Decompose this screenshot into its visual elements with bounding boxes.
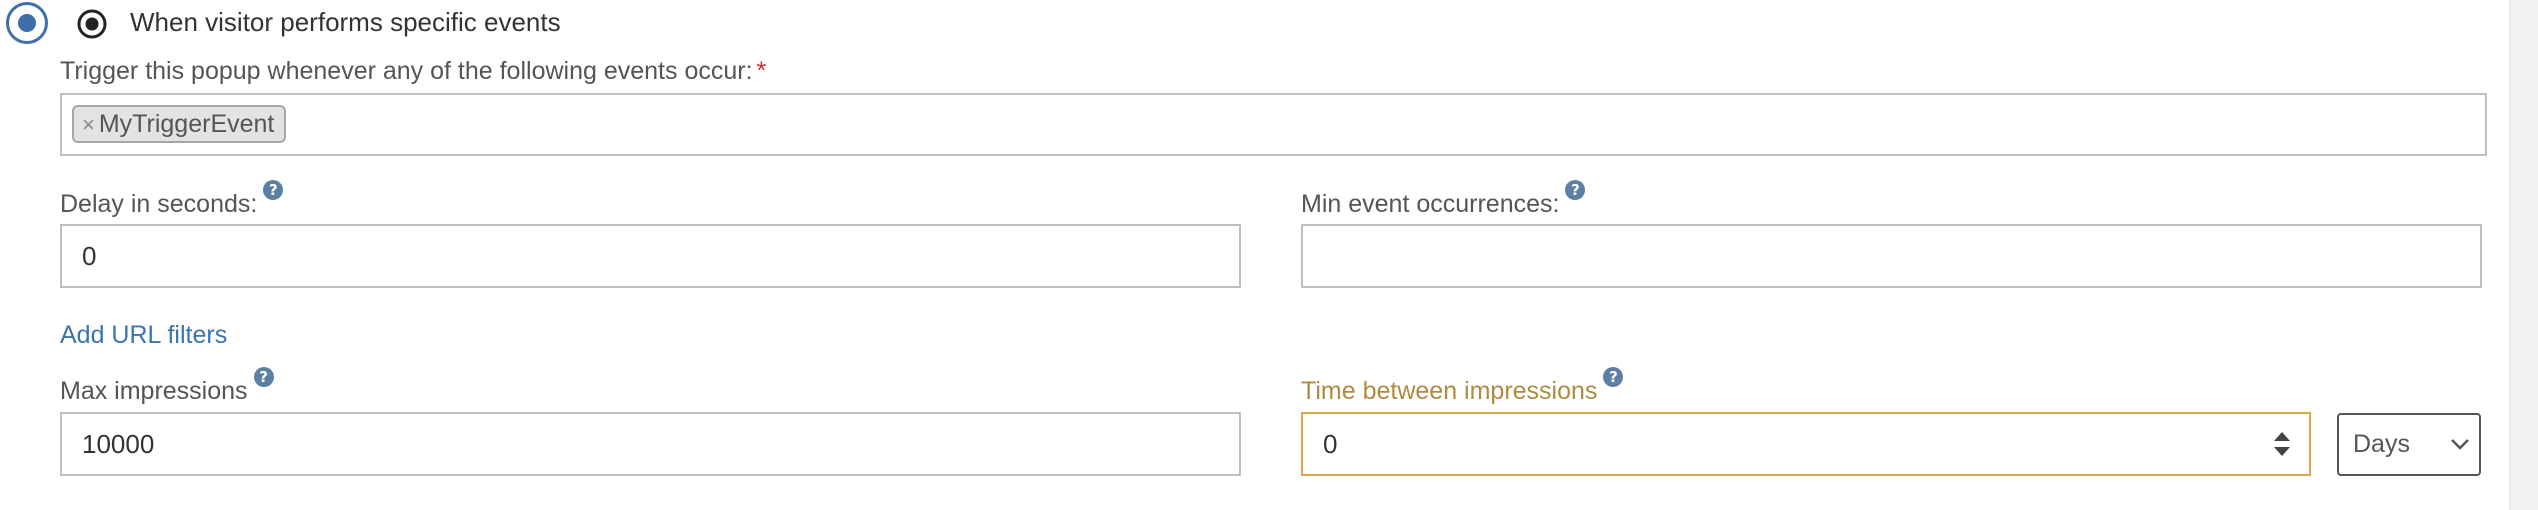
time-unit-selected-value: Days	[2353, 430, 2410, 458]
time-between-input[interactable]: 0	[1301, 412, 2311, 476]
target-icon	[77, 9, 107, 39]
event-tag-label: MyTriggerEvent	[98, 110, 275, 138]
events-field-label-text: Trigger this popup whenever any of the f…	[60, 57, 753, 85]
radio-selected-dot	[18, 14, 36, 32]
trigger-option-label: When visitor performs specific events	[130, 7, 561, 37]
required-marker: *	[756, 57, 767, 85]
min-occurrences-field-label: Min event occurrences:?	[1301, 180, 1586, 220]
tag-remove-icon[interactable]: ×	[82, 112, 95, 137]
max-impressions-label-text: Max impressions	[60, 377, 248, 405]
time-between-help-icon[interactable]: ?	[1603, 367, 1624, 387]
min-occurrences-help-icon[interactable]: ?	[1565, 180, 1586, 200]
time-between-label-text: Time between impressions	[1301, 377, 1598, 405]
spinner-up-icon[interactable]	[2274, 432, 2290, 441]
min-occurrences-label-text: Min event occurrences:	[1301, 190, 1560, 218]
delay-input[interactable]: 0	[60, 224, 1241, 288]
events-field-label: Trigger this popup whenever any of the f…	[60, 55, 766, 87]
delay-field-label: Delay in seconds:?	[60, 180, 284, 220]
time-between-field-label: Time between impressions?	[1301, 367, 1624, 407]
add-url-filters-link[interactable]: Add URL filters	[60, 318, 227, 352]
max-impressions-input[interactable]: 10000	[60, 412, 1241, 476]
vertical-scrollbar[interactable]	[2509, 0, 2538, 510]
max-impressions-help-icon[interactable]: ?	[253, 367, 274, 387]
max-impressions-field-label: Max impressions?	[60, 367, 274, 407]
event-tag: × MyTriggerEvent	[72, 105, 287, 143]
chevron-down-icon	[2451, 439, 2469, 450]
min-occurrences-input[interactable]	[1301, 224, 2482, 288]
trigger-events-radio[interactable]	[6, 2, 48, 44]
delay-label-text: Delay in seconds:	[60, 190, 258, 218]
time-unit-select[interactable]: Days	[2337, 413, 2481, 476]
time-between-value: 0	[1323, 429, 1338, 459]
number-spinner-icon[interactable]	[2271, 430, 2293, 458]
spinner-down-icon[interactable]	[2274, 447, 2290, 456]
events-tag-input[interactable]: × MyTriggerEvent	[60, 93, 2487, 156]
delay-help-icon[interactable]: ?	[263, 180, 284, 200]
